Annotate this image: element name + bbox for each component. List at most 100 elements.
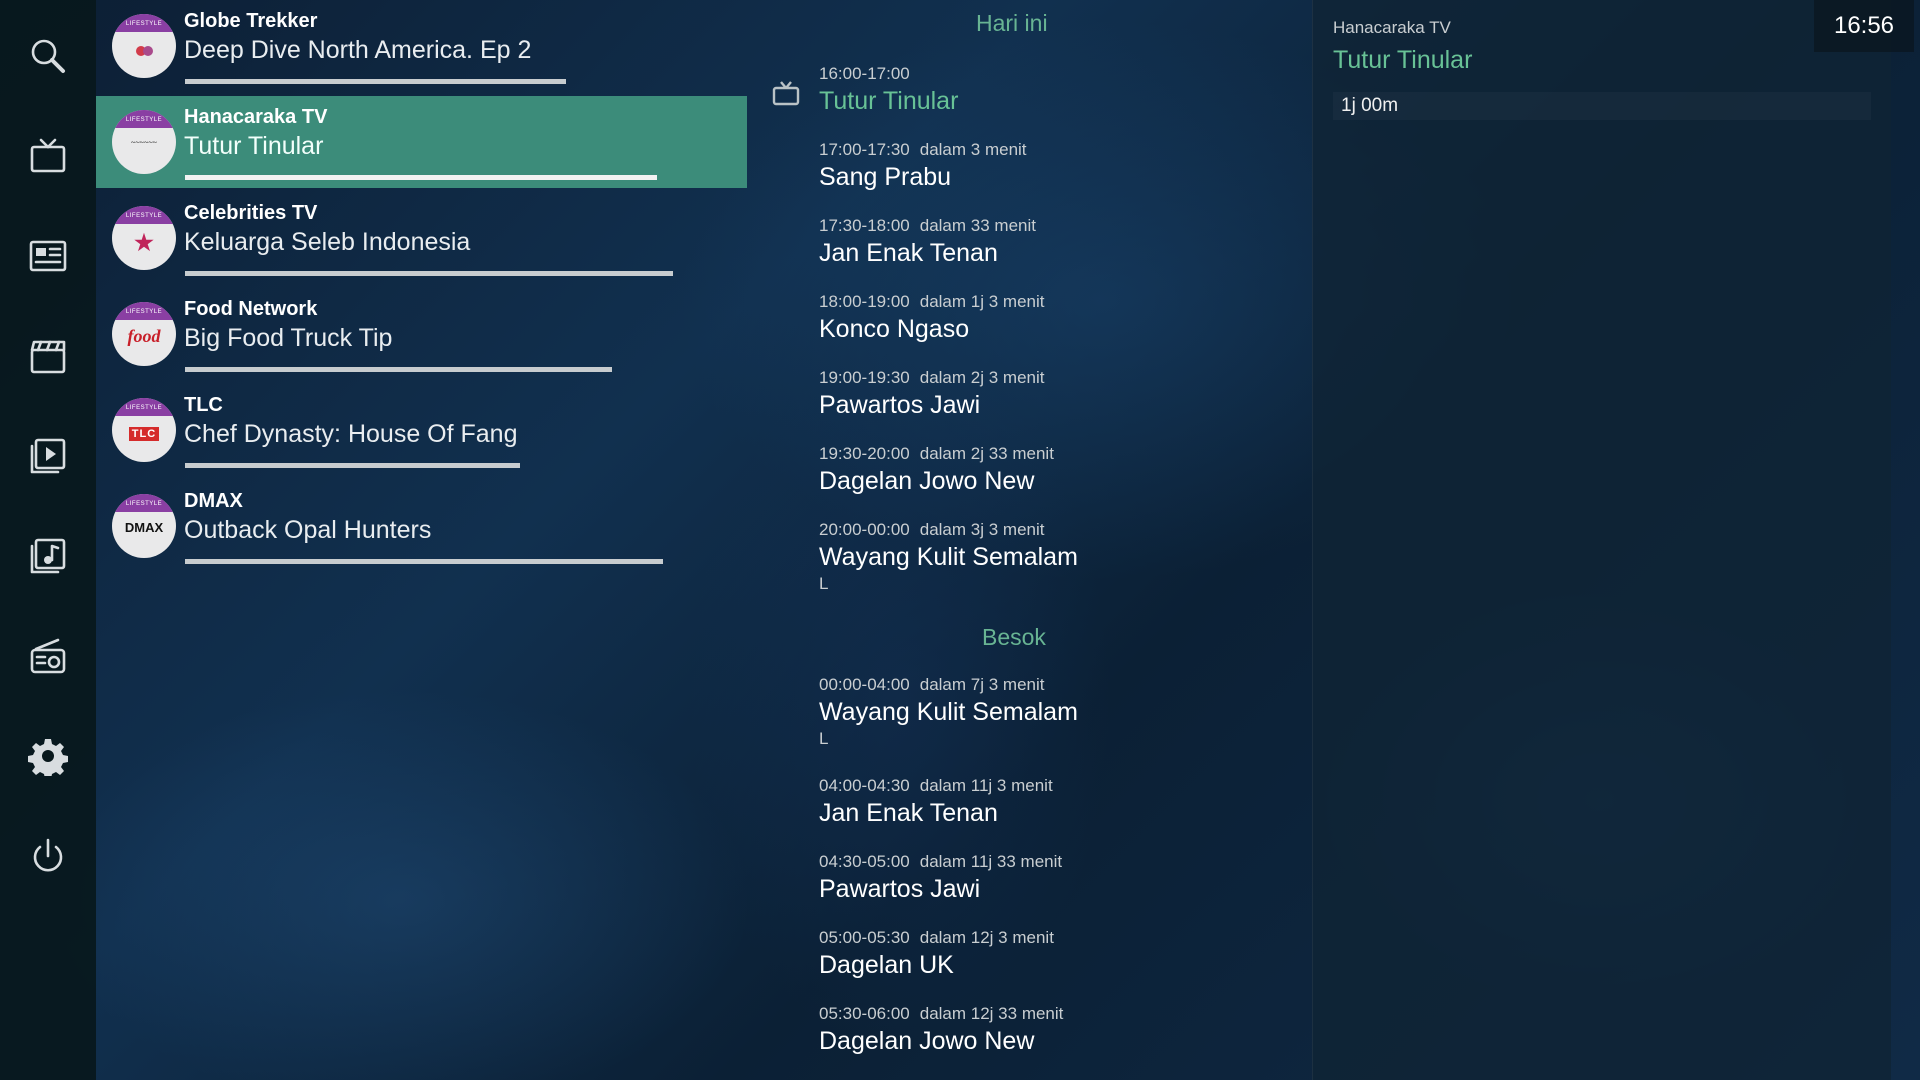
event-relative-time: dalam 1j 3 menit (919, 292, 1045, 311)
video-play-icon[interactable] (24, 432, 72, 480)
search-icon[interactable] (24, 32, 72, 80)
music-library-icon[interactable] (24, 532, 72, 580)
now-playing-title: Chef Dynasty: House Of Fang (184, 420, 518, 448)
event-time: 19:30-20:00 dalam 2j 33 menit (819, 444, 1339, 464)
event-time: 17:30-18:00 dalam 33 menit (819, 216, 1339, 236)
logo-text: food (127, 326, 161, 346)
event-title: Wayang Kulit Semalam (819, 698, 1078, 726)
event-title: Dagelan Jowo New (819, 467, 1035, 495)
clapperboard-icon[interactable] (24, 332, 72, 380)
channel-row[interactable]: LIFESTYLE food Food Network Big Food Tru… (96, 288, 747, 380)
star-logo-icon: ★ (134, 230, 154, 255)
clock: 16:56 (1814, 0, 1914, 52)
channel-logo: LIFESTYLE TLC (112, 398, 176, 462)
event-title: Sang Prabu (819, 163, 952, 191)
event-time: 20:00-00:00 dalam 3j 3 menit (819, 520, 1339, 540)
channel-name: Hanacaraka TV (184, 106, 328, 128)
event-relative-time: dalam 7j 3 menit (919, 675, 1045, 694)
schedule-event[interactable]: 20:00-00:00 dalam 3j 3 menit Wayang Kulit… (819, 520, 1339, 594)
now-playing-tv-icon (772, 80, 800, 106)
today-header: Hari ini (976, 10, 1048, 36)
now-playing-title: Deep Dive North America. Ep 2 (184, 36, 532, 64)
schedule-event[interactable]: 04:30-05:00 dalam 11j 33 menit Pawartos J… (819, 852, 1339, 904)
channel-row-selected[interactable]: LIFESTYLE ~~~~~~ Hanacaraka TV Tutur Tin… (96, 96, 747, 188)
event-time: 18:00-19:00 dalam 1j 3 menit (819, 292, 1339, 312)
schedule-event[interactable]: 19:00-19:30 dalam 2j 3 menit Pawartos Jaw… (819, 368, 1339, 420)
event-title: Dagelan Jowo New (819, 1027, 1035, 1055)
event-title: Tutur Tinular (819, 87, 959, 115)
channel-logo: LIFESTYLE (112, 14, 176, 78)
logo-band-text: LIFESTYLE (112, 398, 176, 416)
channel-row[interactable]: LIFESTYLE Globe Trekker Deep Dive North … (96, 0, 747, 92)
channel-row[interactable]: LIFESTYLE DMAX DMAX Outback Opal Hunters (96, 480, 747, 572)
event-title: Jan Enak Tenan (819, 239, 998, 267)
detail-channel-name: Hanacaraka TV (1333, 18, 1451, 37)
event-relative-time: dalam 2j 33 menit (919, 444, 1054, 463)
schedule-event[interactable]: 19:30-20:00 dalam 2j 33 menit Dagelan Jow… (819, 444, 1339, 496)
now-playing-title: Outback Opal Hunters (184, 516, 432, 544)
event-relative-time: dalam 12j 3 menit (919, 928, 1054, 947)
channel-name: TLC (184, 394, 223, 416)
progress-bar (185, 271, 673, 276)
progress-bar (185, 559, 663, 564)
channel-name: DMAX (184, 490, 243, 512)
event-time: 00:00-04:00 dalam 7j 3 menit (819, 675, 1339, 695)
progress-bar (185, 79, 566, 84)
event-title: Pawartos Jawi (819, 391, 981, 419)
now-playing-title: Big Food Truck Tip (184, 324, 393, 352)
detail-duration: 1j 00m (1341, 95, 1399, 116)
tv-icon[interactable] (24, 132, 72, 180)
channel-name: Food Network (184, 298, 318, 320)
schedule-event[interactable]: 05:00-05:30 dalam 12j 3 menit Dagelan UK (819, 928, 1339, 980)
channel-logo: LIFESTYLE DMAX (112, 494, 176, 558)
channel-row[interactable]: LIFESTYLE ★ Celebrities TV Keluarga Sele… (96, 192, 747, 284)
logo-text: DMAX (124, 520, 164, 535)
channel-row[interactable]: LIFESTYLE TLC TLC Chef Dynasty: House Of… (96, 384, 747, 476)
schedule-event[interactable]: 05:30-06:00 dalam 12j 33 menit Dagelan Jo… (819, 1004, 1339, 1056)
detail-program-title: Tutur Tinular (1333, 46, 1473, 74)
event-time: 05:30-06:00 dalam 12j 33 menit (819, 1004, 1339, 1024)
event-flag: L (819, 574, 829, 593)
event-title: Pawartos Jawi (819, 875, 981, 903)
event-time: 19:00-19:30 dalam 2j 3 menit (819, 368, 1339, 388)
schedule-event-current[interactable]: 16:00-17:00 Tutur Tinular (819, 64, 1339, 116)
sidebar (0, 0, 96, 1080)
event-relative-time: dalam 2j 3 menit (919, 368, 1045, 387)
logo-band-text: LIFESTYLE (112, 206, 176, 224)
power-icon[interactable] (24, 832, 72, 880)
progress-bar (185, 367, 612, 372)
schedule-event[interactable]: 17:00-17:30 dalam 3 menit Sang Prabu (819, 140, 1339, 192)
event-timerange: 17:30-18:00 (819, 216, 910, 235)
progress-bar (185, 463, 520, 468)
event-relative-time: dalam 3j 3 menit (919, 520, 1045, 539)
globe-trekker-logo-icon (112, 44, 176, 60)
event-timerange: 20:00-00:00 (819, 520, 910, 539)
detail-duration-row: 1j 00m (1333, 92, 1871, 120)
radio-icon[interactable] (24, 632, 72, 680)
logo-text: TLC (128, 427, 160, 441)
channel-name: Celebrities TV (184, 202, 318, 224)
now-playing-title: Keluarga Seleb Indonesia (184, 228, 471, 256)
schedule-event[interactable]: 17:30-18:00 dalam 33 menit Jan Enak Tenan (819, 216, 1339, 268)
event-timerange: 05:30-06:00 (819, 1004, 910, 1023)
event-relative-time: dalam 33 menit (919, 216, 1036, 235)
event-time: 04:30-05:00 dalam 11j 33 menit (819, 852, 1339, 872)
event-time: 05:00-05:30 dalam 12j 3 menit (819, 928, 1339, 948)
epg-guide-icon[interactable] (24, 232, 72, 280)
schedule-event[interactable]: 04:00-04:30 dalam 11j 3 menit Jan Enak Te… (819, 776, 1339, 828)
event-timerange: 16:00-17:00 (819, 64, 910, 83)
tomorrow-header: Besok (982, 624, 1046, 650)
event-time: 16:00-17:00 (819, 64, 1339, 84)
hanacaraka-logo-icon: ~~~~~~ (131, 138, 157, 147)
event-relative-time: dalam 11j 3 menit (919, 776, 1053, 795)
event-relative-time: dalam 3 menit (919, 140, 1027, 159)
progress-bar (185, 175, 657, 180)
schedule-event[interactable]: 18:00-19:00 dalam 1j 3 menit Konco Ngaso (819, 292, 1339, 344)
schedule-event[interactable]: 00:00-04:00 dalam 7j 3 menit Wayang Kulit… (819, 675, 1339, 749)
event-time: 17:00-17:30 dalam 3 menit (819, 140, 1339, 160)
event-relative-time: dalam 12j 33 menit (919, 1004, 1064, 1023)
detail-panel: Hanacaraka TV Tutur Tinular 1j 00m (1312, 0, 1891, 1080)
logo-band-text: LIFESTYLE (112, 110, 176, 128)
gear-icon[interactable] (24, 732, 72, 780)
event-title: Konco Ngaso (819, 315, 970, 343)
